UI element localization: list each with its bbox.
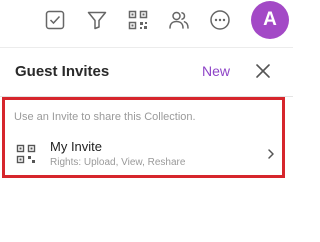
close-icon[interactable] [254, 62, 272, 80]
top-toolbar: A [0, 0, 293, 42]
avatar[interactable]: A [251, 1, 289, 39]
qr-code-icon[interactable] [127, 9, 149, 31]
panel-header: Guest Invites New [0, 47, 293, 97]
invite-rights: Rights: Upload, View, Reshare [50, 157, 186, 168]
invite-hint: Use an Invite to share this Collection. [14, 111, 196, 123]
filter-icon[interactable] [86, 9, 108, 31]
qr-code-icon [16, 144, 36, 164]
chevron-right-icon [268, 149, 274, 159]
users-icon[interactable] [168, 9, 190, 31]
invite-name: My Invite [50, 139, 103, 154]
new-invite-button[interactable]: New [202, 63, 230, 79]
checkbox-icon[interactable] [44, 9, 66, 31]
panel-title: Guest Invites [15, 63, 110, 80]
invite-item[interactable]: My Invite Rights: Upload, View, Reshare [6, 134, 282, 174]
more-icon[interactable] [209, 9, 231, 31]
